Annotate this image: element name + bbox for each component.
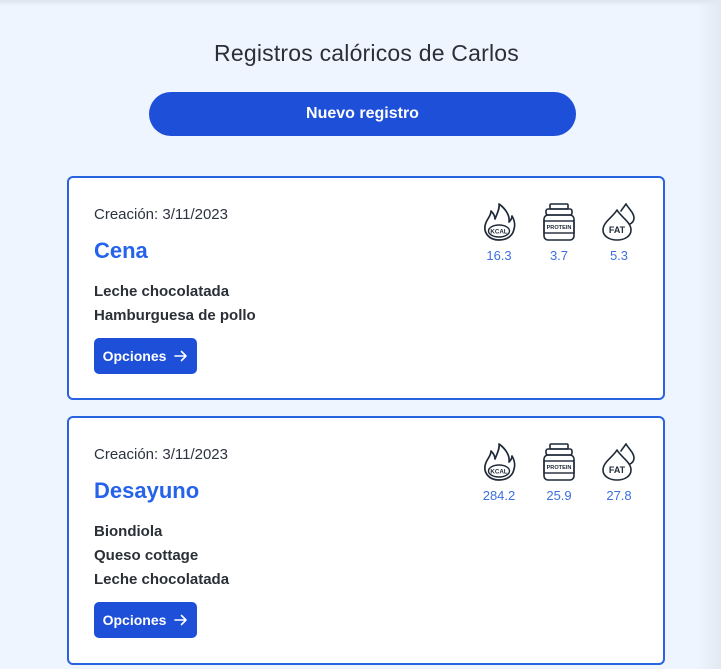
record-date: Creación: 3/11/2023	[94, 206, 228, 223]
record-name: Cena	[94, 238, 148, 263]
kcal-value: 284.2	[482, 488, 516, 503]
record-card: Creación: 3/11/2023 Desayuno Biondiola Q…	[67, 416, 665, 665]
kcal-icon-label: KCAL	[490, 228, 507, 235]
food-item: Queso cottage	[94, 547, 199, 564]
kcal-flame-icon: KCAL	[484, 443, 516, 481]
fat-drops-icon: FAT	[602, 203, 635, 241]
food-list: Biondiola Queso cottage Leche chocolatad…	[94, 520, 229, 592]
nutrition-metrics: KCAL 16.3 PROTEIN 3.7 FAT 5.3	[469, 202, 649, 263]
nutrition-metrics: KCAL 284.2 PROTEIN 25.9 FAT 27.8	[469, 442, 649, 503]
protein-icon-label: PROTEIN	[547, 225, 572, 231]
fat-metric: FAT 27.8	[589, 442, 649, 503]
food-list: Leche chocolatada Hamburguesa de pollo	[94, 280, 256, 328]
protein-metric: PROTEIN 3.7	[529, 202, 589, 263]
fat-value: 27.8	[606, 488, 632, 503]
fat-icon-label: FAT	[609, 465, 626, 475]
options-label: Opciones	[102, 612, 167, 628]
protein-metric: PROTEIN 25.9	[529, 442, 589, 503]
kcal-value: 16.3	[486, 248, 512, 263]
protein-jar-icon: PROTEIN	[543, 443, 575, 481]
kcal-metric: KCAL 284.2	[469, 442, 529, 503]
new-record-button[interactable]: Nuevo registro	[149, 92, 576, 136]
fat-icon-label: FAT	[609, 225, 626, 235]
scroll-shade	[697, 0, 721, 669]
fat-value: 5.3	[609, 248, 629, 263]
kcal-icon-label: KCAL	[490, 468, 507, 475]
options-button[interactable]: Opciones	[94, 338, 197, 374]
record-card: Creación: 3/11/2023 Cena Leche chocolata…	[67, 176, 665, 400]
arrow-right-icon	[174, 614, 188, 626]
record-name: Desayuno	[94, 478, 200, 503]
record-date: Creación: 3/11/2023	[94, 446, 228, 463]
fat-metric: FAT 5.3	[589, 202, 649, 263]
arrow-right-icon	[174, 350, 188, 362]
options-button[interactable]: Opciones	[94, 602, 197, 638]
protein-value: 25.9	[546, 488, 572, 503]
protein-jar-icon: PROTEIN	[543, 203, 575, 241]
protein-value: 3.7	[549, 248, 569, 263]
food-item: Biondiola	[94, 523, 163, 540]
fat-drops-icon: FAT	[602, 443, 635, 481]
kcal-flame-icon: KCAL	[484, 203, 516, 241]
protein-icon-label: PROTEIN	[547, 465, 572, 471]
kcal-metric: KCAL 16.3	[469, 202, 529, 263]
food-item: Hamburguesa de pollo	[94, 307, 256, 324]
top-shadow	[0, 0, 721, 6]
food-item: Leche chocolatada	[94, 571, 230, 588]
page-title: Registros calóricos de Carlos	[214, 40, 519, 66]
options-label: Opciones	[102, 348, 167, 364]
food-item: Leche chocolatada	[94, 283, 230, 300]
